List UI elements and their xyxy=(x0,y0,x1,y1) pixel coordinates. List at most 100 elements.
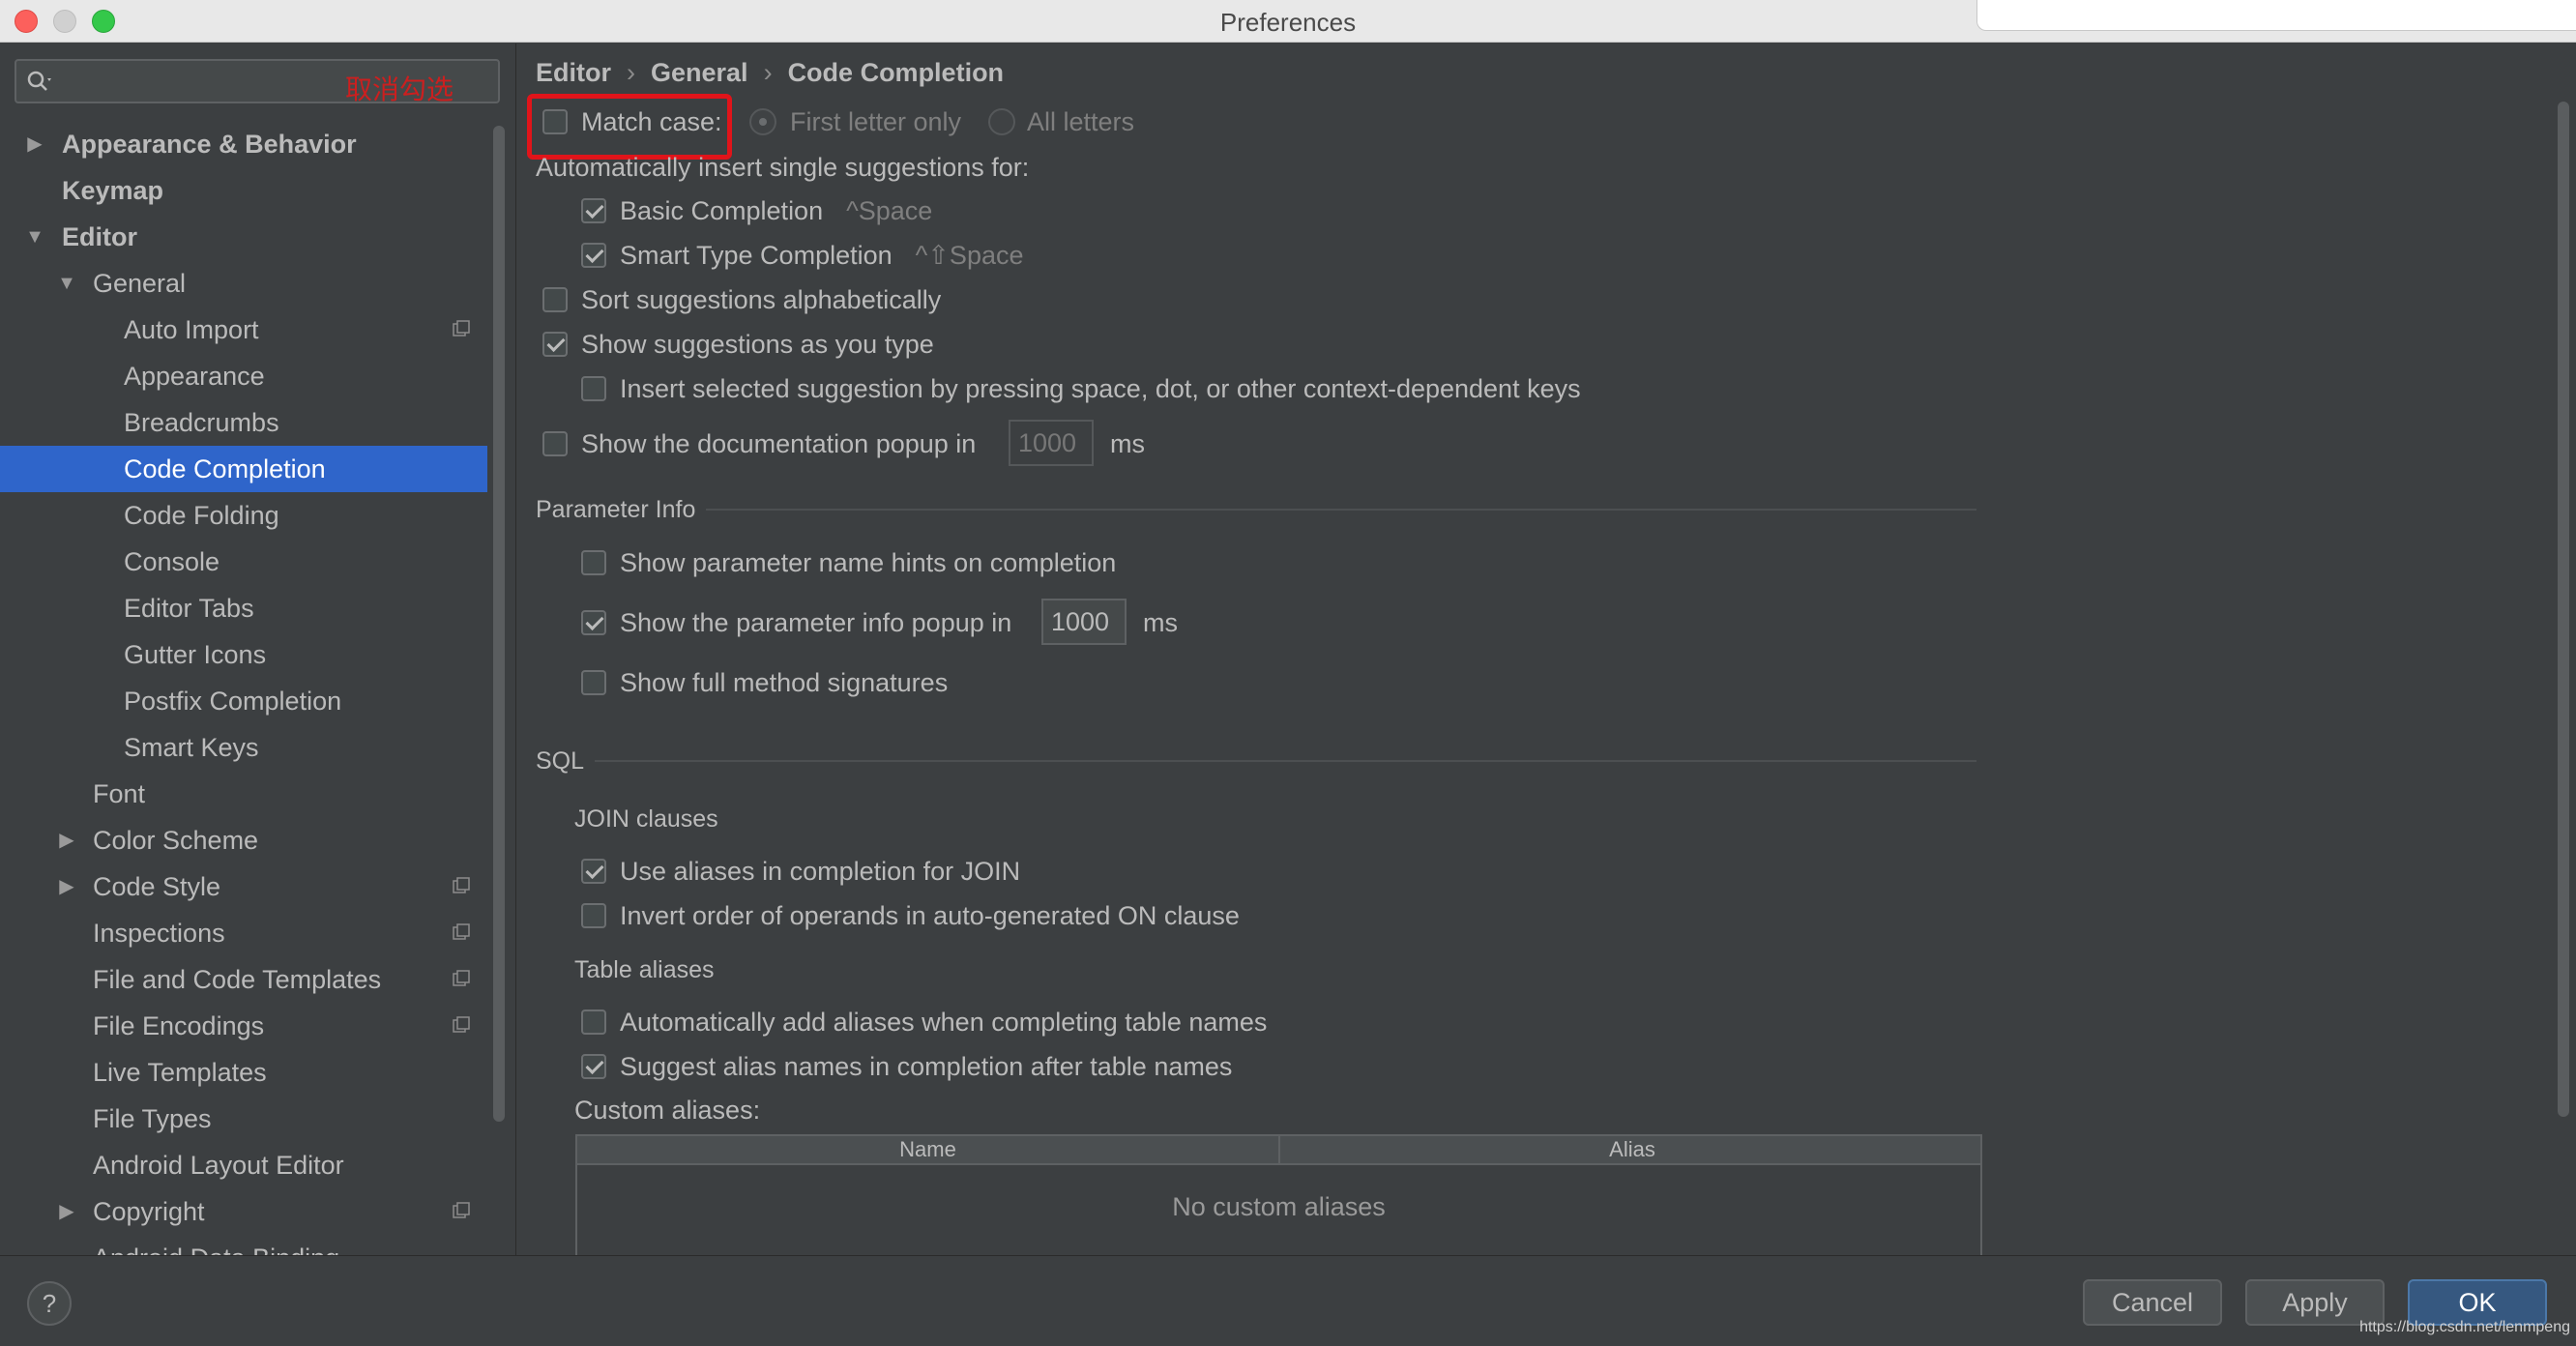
checkbox-box[interactable] xyxy=(581,243,606,268)
insert-selected-suggestion-checkbox[interactable]: Insert selected suggestion by pressing s… xyxy=(581,371,1742,406)
sidebar-item-appearance[interactable]: Appearance xyxy=(0,353,487,399)
shortcut-label: ^Space xyxy=(846,196,933,225)
show-suggestions-as-type-checkbox[interactable]: Show suggestions as you type xyxy=(542,327,1123,362)
checkbox-label: Use aliases in completion for JOIN xyxy=(620,857,1021,886)
column-header-name[interactable]: Name xyxy=(577,1136,1280,1163)
parameter-info-popup-checkbox[interactable]: Show the parameter info popup in xyxy=(581,605,1065,640)
sidebar-item-label: Gutter Icons xyxy=(124,640,267,669)
sidebar-item-label: Breadcrumbs xyxy=(124,408,279,437)
use-aliases-join-checkbox[interactable]: Use aliases in completion for JOIN xyxy=(581,854,1355,889)
sidebar-item-inspections[interactable]: Inspections xyxy=(0,910,487,956)
auto-insert-header: Automatically insert single suggestions … xyxy=(536,153,1030,182)
expand-arrow-icon[interactable]: ▶ xyxy=(55,1188,78,1235)
checkbox-box[interactable] xyxy=(581,1054,606,1079)
checkbox-box[interactable] xyxy=(542,431,568,456)
expand-arrow-icon[interactable]: ▶ xyxy=(55,817,78,863)
sidebar-item-label: Console xyxy=(124,547,220,576)
breadcrumb: Editor › General › Code Completion xyxy=(536,58,1004,88)
content-scrollbar[interactable] xyxy=(2558,102,2569,1117)
sidebar-item-smart-keys[interactable]: Smart Keys xyxy=(0,724,487,771)
auto-add-aliases-checkbox[interactable]: Automatically add aliases when completin… xyxy=(581,1005,1451,1039)
checkbox-box[interactable] xyxy=(581,376,606,401)
match-case-checkbox[interactable]: Match case: xyxy=(542,104,736,139)
sidebar-item-copyright[interactable]: ▶ Copyright xyxy=(0,1188,487,1235)
sidebar-item-console[interactable]: Console xyxy=(0,539,487,585)
sidebar-item-live-templates[interactable]: Live Templates xyxy=(0,1049,487,1096)
checkbox-label: Show parameter name hints on completion xyxy=(620,548,1117,577)
sidebar-item-breadcrumbs[interactable]: Breadcrumbs xyxy=(0,399,487,446)
sidebar-item-code-style[interactable]: ▶ Code Style xyxy=(0,863,487,910)
search-input[interactable] xyxy=(63,65,343,98)
sidebar-item-appearance-behavior[interactable]: ▶ Appearance & Behavior xyxy=(0,121,487,167)
all-letters-radio[interactable]: All letters xyxy=(988,104,1162,139)
sidebar-item-postfix-completion[interactable]: Postfix Completion xyxy=(0,678,487,724)
smart-type-completion-checkbox[interactable]: Smart Type Completion ^⇧Space xyxy=(581,238,1161,273)
documentation-popup-checkbox[interactable]: Show the documentation popup in xyxy=(542,426,1026,461)
sidebar-item-auto-import[interactable]: Auto Import xyxy=(0,307,487,353)
checkbox-box[interactable] xyxy=(581,859,606,884)
sidebar-item-android-layout-editor[interactable]: Android Layout Editor xyxy=(0,1142,487,1188)
sidebar-item-general[interactable]: ▼ General xyxy=(0,260,487,307)
sidebar-item-label: File and Code Templates xyxy=(93,965,382,994)
sidebar-scrollbar[interactable] xyxy=(493,126,505,1122)
radio-button[interactable] xyxy=(749,108,776,135)
breadcrumb-editor[interactable]: Editor xyxy=(536,58,611,87)
suggest-alias-names-checkbox[interactable]: Suggest alias names in completion after … xyxy=(581,1049,1451,1084)
checkbox-box[interactable] xyxy=(581,903,606,928)
checkbox-box[interactable] xyxy=(542,287,568,312)
sort-alphabetically-checkbox[interactable]: Sort suggestions alphabetically xyxy=(542,282,1123,317)
expand-arrow-icon[interactable]: ▶ xyxy=(23,121,46,167)
checkbox-box[interactable] xyxy=(581,550,606,575)
expand-arrow-icon[interactable]: ▶ xyxy=(55,863,78,910)
column-header-alias[interactable]: Alias xyxy=(1282,1136,1982,1163)
sidebar-item-code-folding[interactable]: Code Folding xyxy=(0,492,487,539)
sidebar-item-keymap[interactable]: Keymap xyxy=(0,167,487,214)
documentation-popup-delay-field[interactable]: 1000 xyxy=(1009,420,1094,466)
checkbox-box[interactable] xyxy=(581,198,606,223)
sidebar-item-file-types[interactable]: File Types xyxy=(0,1096,487,1142)
checkbox-box[interactable] xyxy=(581,670,606,695)
checkbox-label: Show the parameter info popup in xyxy=(620,608,1012,637)
checkbox-box[interactable] xyxy=(542,332,568,357)
settings-tree: ▶ Appearance & Behavior Keymap ▼ Editor … xyxy=(0,121,487,1255)
breadcrumb-general[interactable]: General xyxy=(651,58,748,87)
sidebar-item-editor[interactable]: ▼ Editor xyxy=(0,214,487,260)
table-empty-text: No custom aliases xyxy=(1172,1192,1386,1221)
checkbox-box[interactable] xyxy=(581,610,606,635)
full-method-signatures-checkbox[interactable]: Show full method signatures xyxy=(581,665,1161,700)
radio-button[interactable] xyxy=(988,108,1015,135)
section-divider xyxy=(595,760,1976,762)
collapse-arrow-icon[interactable]: ▼ xyxy=(55,260,78,307)
checkbox-box[interactable] xyxy=(542,109,568,134)
sidebar-item-color-scheme[interactable]: ▶ Color Scheme xyxy=(0,817,487,863)
breadcrumb-separator: › xyxy=(763,58,773,87)
sidebar-item-file-and-code-templates[interactable]: File and Code Templates xyxy=(0,956,487,1003)
title-bar: Preferences xyxy=(0,0,2576,43)
collapse-arrow-icon[interactable]: ▼ xyxy=(23,214,46,260)
help-button[interactable]: ? xyxy=(27,1281,72,1326)
sidebar-item-android-data-binding[interactable]: Android Data Binding xyxy=(0,1235,487,1255)
sidebar-item-label: Editor Tabs xyxy=(124,594,254,623)
sidebar-item-code-completion[interactable]: Code Completion xyxy=(0,446,487,492)
search-box[interactable]: 取消勾选 xyxy=(15,59,500,105)
project-settings-icon xyxy=(453,923,470,940)
sidebar-item-label: Auto Import xyxy=(124,315,259,344)
breadcrumb-separator: › xyxy=(627,58,635,87)
parameter-info-delay-field[interactable]: 1000 xyxy=(1041,599,1127,645)
documentation-popup-unit: ms xyxy=(1110,429,1145,458)
invert-operands-checkbox[interactable]: Invert order of operands in auto-generat… xyxy=(581,898,1451,933)
parameter-info-unit: ms xyxy=(1143,608,1178,637)
sidebar-item-label: Live Templates xyxy=(93,1058,267,1087)
checkbox-box[interactable] xyxy=(581,1010,606,1035)
sidebar-item-font[interactable]: Font xyxy=(0,771,487,817)
custom-aliases-table[interactable]: Name Alias No custom aliases xyxy=(575,1134,1982,1255)
first-letter-radio[interactable]: First letter only xyxy=(749,104,981,139)
checkbox-label: Basic Completion xyxy=(620,196,824,225)
basic-completion-checkbox[interactable]: Basic Completion ^Space xyxy=(581,193,1161,228)
cancel-button[interactable]: Cancel xyxy=(2083,1279,2222,1326)
sidebar-item-gutter-icons[interactable]: Gutter Icons xyxy=(0,631,487,678)
sidebar-item-editor-tabs[interactable]: Editor Tabs xyxy=(0,585,487,631)
sidebar-item-label: Smart Keys xyxy=(124,733,259,762)
sidebar-item-file-encodings[interactable]: File Encodings xyxy=(0,1003,487,1049)
parameter-name-hints-checkbox[interactable]: Show parameter name hints on completion xyxy=(581,545,1355,580)
